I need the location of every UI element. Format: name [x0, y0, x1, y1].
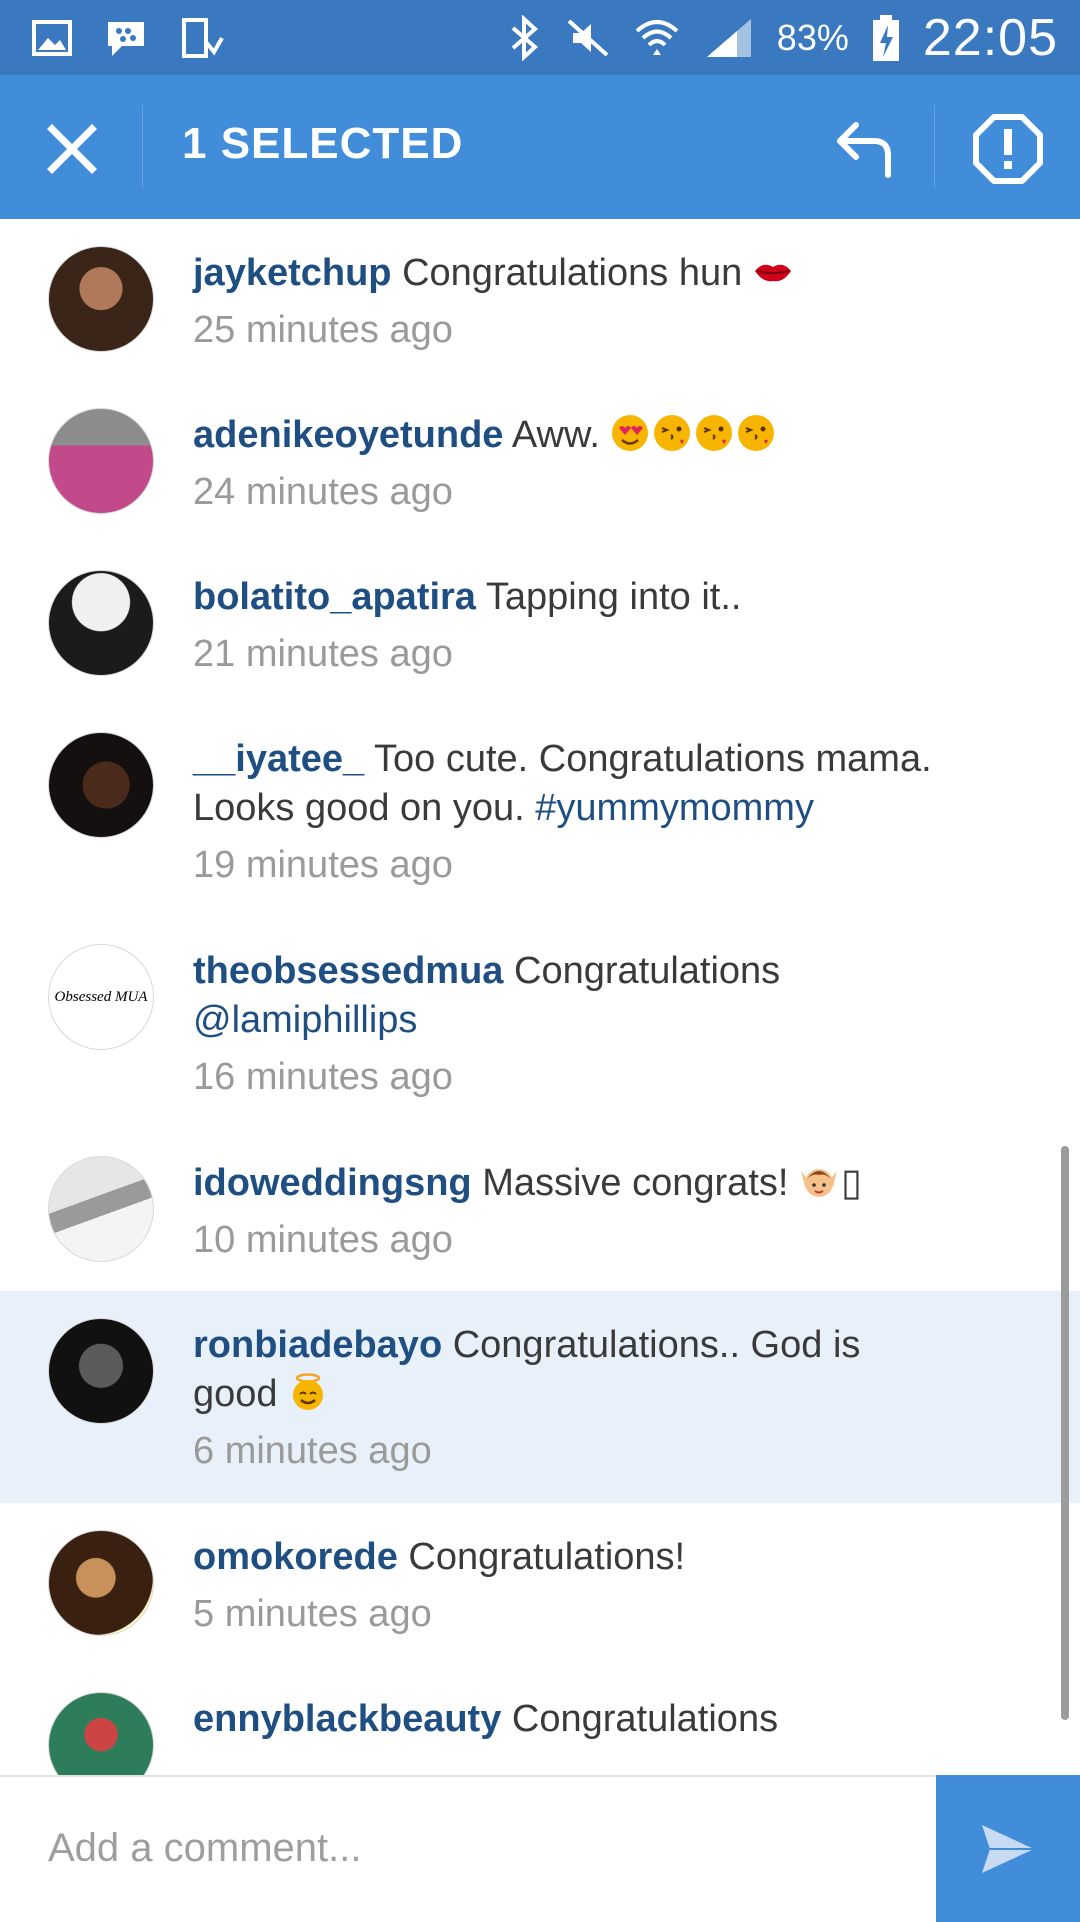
selection-count-title: 1 SELECTED [182, 119, 464, 168]
avatar[interactable]: Obsessed MUA [48, 944, 154, 1050]
comment-username[interactable]: adenikeoyetunde [193, 414, 503, 456]
selection-action-bar: 1 SELECTED [0, 75, 1080, 219]
comment-text: Congratulations [511, 1698, 779, 1740]
comment-timestamp: 10 minutes ago [193, 1219, 453, 1261]
scrollbar[interactable] [1061, 1146, 1069, 1720]
comment-text: Congratulations [514, 950, 781, 992]
comment-timestamp: 21 minutes ago [193, 633, 453, 675]
comment-input[interactable] [0, 1777, 936, 1920]
battery-percent: 83% [776, 17, 849, 58]
gallery-icon [32, 20, 72, 56]
kiss-emoji-icon [696, 415, 733, 451]
comment-body: idoweddingsng Massive congrats! ▯ 10 min… [193, 1159, 933, 1265]
kiss-emoji-icon [654, 415, 691, 451]
signal-icon [706, 19, 751, 57]
device-download-icon [182, 18, 224, 58]
wifi-icon [635, 20, 679, 55]
comment-row[interactable]: idoweddingsng Massive congrats! ▯ 10 min… [0, 1129, 1080, 1291]
battery-charging-icon [872, 15, 899, 61]
comment-row[interactable]: __iyatee_ Too cute. Congratulations mama… [0, 705, 1080, 917]
send-button[interactable] [936, 1775, 1080, 1922]
comment-username[interactable]: bolatito_apatira [193, 576, 476, 618]
comment-text: Massive congrats! [482, 1162, 789, 1204]
lips-emoji-icon [754, 264, 791, 282]
comment-body: ennyblackbeauty Congratulations [193, 1695, 933, 1744]
comments-list[interactable]: jayketchup Congratulations hun 25 minute… [0, 219, 1080, 1775]
comment-row[interactable]: ennyblackbeauty Congratulations [0, 1665, 1080, 1775]
angel-emoji-icon [293, 1373, 324, 1410]
action-bar-divider [142, 105, 143, 189]
comment-body: omokorede Congratulations! 5 minutes ago [193, 1533, 933, 1639]
comment-timestamp: 24 minutes ago [193, 471, 453, 513]
comment-username[interactable]: ennyblackbeauty [193, 1698, 501, 1740]
avatar[interactable] [48, 1530, 154, 1636]
comment-body: jayketchup Congratulations hun 25 minute… [193, 249, 933, 355]
comment-username[interactable]: __iyatee_ [193, 738, 364, 780]
comment-row[interactable]: omokorede Congratulations! 5 minutes ago [0, 1503, 1080, 1665]
comment-username[interactable]: jayketchup [193, 252, 392, 294]
report-icon[interactable] [970, 111, 1046, 187]
mute-icon [567, 19, 609, 57]
heart-eyes-emoji-icon [612, 415, 649, 451]
send-icon [982, 1825, 1034, 1873]
comment-timestamp: 16 minutes ago [193, 1056, 453, 1098]
comment-text: Congratulations hun [402, 252, 743, 294]
comment-timestamp: 25 minutes ago [193, 309, 453, 351]
comment-timestamp: 19 minutes ago [193, 844, 453, 886]
comment-row[interactable]: jayketchup Congratulations hun 25 minute… [0, 219, 1080, 381]
comment-row[interactable]: bolatito_apatira Tapping into it.. 21 mi… [0, 543, 1080, 705]
avatar[interactable] [48, 408, 154, 514]
comment-hashtag[interactable]: #yummymommy [535, 787, 814, 829]
comment-username[interactable]: omokorede [193, 1536, 398, 1578]
missing-glyph: ▯ [841, 1162, 862, 1204]
bluetooth-icon [511, 15, 538, 61]
avatar[interactable] [48, 1156, 154, 1262]
comment-row[interactable]: Obsessed MUA theobsessedmua Congratulati… [0, 917, 1080, 1129]
comment-body: adenikeoyetunde Aww. 24 minutes ago [193, 411, 933, 517]
comment-text: Aww. [511, 414, 600, 456]
reply-icon[interactable] [828, 111, 904, 187]
close-icon[interactable] [38, 115, 106, 183]
avatar-logo-text: Obsessed MUA [54, 988, 148, 1005]
kiss-emoji-icon [738, 415, 775, 451]
comment-body: bolatito_apatira Tapping into it.. 21 mi… [193, 573, 933, 679]
comment-timestamp: 6 minutes ago [193, 1430, 432, 1472]
comment-row[interactable]: adenikeoyetunde Aww. 24 minutes ago [0, 381, 1080, 543]
comment-body: __iyatee_ Too cute. Congratulations mama… [193, 735, 933, 890]
comment-mention[interactable]: @lamiphillips [193, 999, 417, 1041]
comment-body: theobsessedmua Congratulations @lamiphil… [193, 947, 933, 1102]
comment-username[interactable]: idoweddingsng [193, 1162, 472, 1204]
avatar[interactable] [48, 246, 154, 352]
comment-row-selected[interactable]: ronbiadebayo Congratulations.. God is go… [0, 1291, 1080, 1503]
action-bar-divider [934, 105, 935, 189]
clock: 22:05 [922, 9, 1058, 67]
comment-text: Congratulations! [408, 1536, 686, 1578]
comment-text: Tapping into it.. [485, 576, 742, 618]
status-bar: 83% 22:05 [0, 0, 1080, 75]
comment-username[interactable]: ronbiadebayo [193, 1324, 442, 1366]
comment-timestamp: 5 minutes ago [193, 1593, 432, 1635]
raised-hands-emoji-icon [801, 1169, 837, 1197]
avatar[interactable] [48, 1318, 154, 1424]
comment-username[interactable]: theobsessedmua [193, 950, 503, 992]
avatar[interactable] [48, 1692, 154, 1775]
avatar[interactable] [48, 732, 154, 838]
comment-composer [0, 1775, 1080, 1922]
bbm-icon [108, 22, 144, 56]
comment-body: ronbiadebayo Congratulations.. God is go… [193, 1321, 933, 1476]
avatar[interactable] [48, 570, 154, 676]
